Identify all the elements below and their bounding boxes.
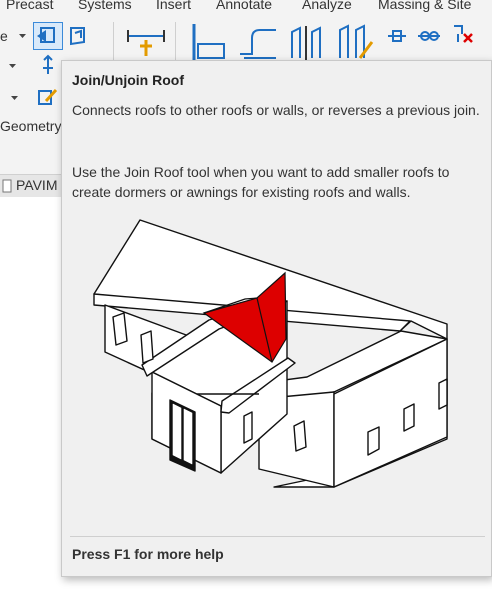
unpin-icon[interactable] xyxy=(450,22,476,46)
join-roof-icon xyxy=(37,27,55,43)
tab-systems[interactable]: Systems xyxy=(78,0,132,12)
mirror-draw-axis-icon[interactable] xyxy=(336,22,376,62)
tab-precast[interactable]: Precast xyxy=(6,0,53,12)
tooltip-description: Connects roofs to other roofs or walls, … xyxy=(72,102,480,118)
ribbon-tabs: Precast Systems Insert Annotate Analyze … xyxy=(0,0,492,14)
move-icon[interactable] xyxy=(38,54,58,78)
join-roof-illustration xyxy=(93,219,448,488)
tooltip-join-unjoin-roof: Join/Unjoin Roof Connects roofs to other… xyxy=(61,60,492,577)
tab-annotate[interactable]: Annotate xyxy=(216,0,272,12)
panel-label-geometry: Geometry xyxy=(0,118,62,134)
dropdown-arrow-icon[interactable] xyxy=(10,94,20,102)
split-with-gap-icon[interactable] xyxy=(416,26,442,46)
tab-massing-site[interactable]: Massing & Site xyxy=(378,0,471,12)
dropdown-arrow-icon[interactable] xyxy=(8,62,18,70)
cut-geometry-icon[interactable] xyxy=(66,24,90,48)
tooltip-usage: Use the Join Roof tool when you want to … xyxy=(72,164,450,200)
tab-insert[interactable]: Insert xyxy=(156,0,191,12)
left-fragment-label: e xyxy=(0,28,8,44)
offset-icon[interactable] xyxy=(236,24,280,60)
split-element-icon[interactable] xyxy=(386,26,408,46)
tab-analyze[interactable]: Analyze xyxy=(302,0,352,12)
view-tab-label[interactable]: PAVIM xyxy=(16,177,58,193)
paint-icon[interactable] xyxy=(36,86,58,108)
tooltip-divider xyxy=(70,536,485,537)
tooltip-title: Join/Unjoin Roof xyxy=(72,72,184,88)
tooltip-help-hint: Press F1 for more help xyxy=(72,546,224,562)
dimension-pin-icon[interactable] xyxy=(124,22,168,60)
align-icon[interactable] xyxy=(188,22,228,62)
document-icon xyxy=(2,179,12,193)
dropdown-arrow-icon[interactable] xyxy=(18,32,28,40)
join-unjoin-roof-button[interactable] xyxy=(33,22,63,50)
mirror-pick-axis-icon[interactable] xyxy=(286,24,326,62)
